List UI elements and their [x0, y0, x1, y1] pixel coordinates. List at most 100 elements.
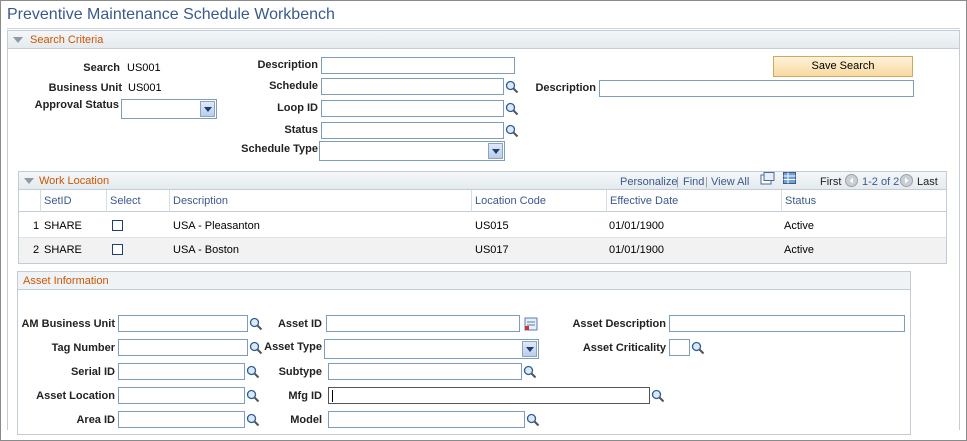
tag-number-label: Tag Number [51, 342, 115, 354]
asset-criticality-lookup-icon[interactable] [691, 341, 705, 355]
mfg-id-input[interactable] [328, 387, 650, 404]
column-header-description[interactable]: Description [169, 190, 228, 212]
next-arrow-icon[interactable] [900, 174, 913, 187]
title-divider [7, 28, 960, 29]
collapse-triangle-icon[interactable] [24, 178, 34, 184]
work-location-title: Work Location [39, 175, 110, 187]
asset-criticality-input[interactable] [669, 339, 690, 356]
asset-information-title: Asset Information [23, 275, 109, 287]
last-label[interactable]: Last [917, 176, 938, 188]
approval-status-select[interactable] [121, 99, 217, 119]
asset-criticality-label: Asset Criticality [582, 342, 666, 354]
location-code-cell: US017 [475, 244, 509, 256]
select-checkbox[interactable] [112, 244, 123, 255]
table-row: 1 SHARE USA - Pleasanton US015 01/01/190… [19, 213, 946, 238]
description-label: Description [257, 59, 318, 71]
column-header-effective-date[interactable]: Effective Date [606, 190, 678, 212]
row-number: 2 [33, 244, 40, 256]
chevron-down-icon[interactable] [200, 101, 215, 117]
status-label: Status [284, 124, 318, 136]
search-criteria-header[interactable]: Search Criteria [8, 31, 959, 49]
asset-location-label: Asset Location [36, 390, 115, 402]
serial-id-input[interactable] [118, 363, 245, 380]
area-id-input[interactable] [118, 411, 245, 428]
asset-description-label: Asset Description [572, 318, 666, 330]
first-label[interactable]: First [820, 176, 841, 188]
grid-header-row: SetID Select Description Location Code E… [19, 190, 946, 212]
am-business-unit-input[interactable] [118, 315, 248, 332]
chevron-down-icon[interactable] [488, 143, 503, 159]
loop-id-label: Loop ID [277, 102, 318, 114]
view-all-link[interactable]: View All [711, 176, 749, 188]
toolbar-separator: | [676, 176, 679, 188]
schedule-label: Schedule [269, 80, 318, 92]
schedule-input[interactable] [321, 78, 504, 95]
collapse-triangle-icon[interactable] [13, 37, 23, 43]
find-link[interactable]: Find [683, 176, 704, 188]
work-location-header: Work Location [19, 172, 946, 190]
loop-id-lookup-icon[interactable] [505, 102, 519, 116]
personalize-link[interactable]: Personalize [620, 176, 677, 188]
subtype-input[interactable] [328, 363, 522, 380]
schedule-lookup-icon[interactable] [505, 80, 519, 94]
asset-type-select[interactable] [324, 339, 539, 359]
setid-cell: SHARE [44, 244, 82, 256]
search-criteria-title: Search Criteria [30, 34, 104, 46]
table-row: 2 SHARE USA - Boston US017 01/01/1900 Ac… [19, 238, 946, 263]
schedule-description-input[interactable] [599, 80, 914, 97]
save-search-button[interactable]: Save Search [773, 56, 913, 77]
description-input[interactable] [321, 57, 515, 74]
column-header-select[interactable]: Select [106, 190, 141, 212]
business-unit-label: Business Unit [48, 82, 122, 94]
tag-number-input[interactable] [118, 339, 248, 356]
description-cell: USA - Boston [173, 244, 240, 256]
status-input[interactable] [321, 122, 504, 139]
model-label: Model [290, 414, 322, 426]
column-header-location-code[interactable]: Location Code [471, 190, 546, 212]
pagination-range: 1-2 of 2 [862, 176, 900, 188]
effective-date-cell: 01/01/1900 [609, 244, 665, 256]
chevron-down-icon[interactable] [522, 341, 537, 357]
search-value: US001 [127, 62, 161, 74]
column-header-status[interactable]: Status [781, 190, 816, 212]
mfg-id-label: Mfg ID [288, 390, 322, 402]
work-location-grid: Work Location Personalize | Find | View … [18, 171, 947, 264]
new-window-icon[interactable] [760, 172, 775, 185]
am-business-unit-label: AM Business Unit [21, 318, 115, 330]
asset-id-label: Asset ID [277, 318, 322, 330]
model-lookup-icon[interactable] [526, 413, 540, 427]
spreadsheet-download-icon[interactable] [783, 172, 796, 184]
row-number: 1 [33, 220, 40, 232]
serial-id-label: Serial ID [70, 366, 115, 378]
search-label: Search [83, 62, 120, 74]
previous-arrow-icon[interactable] [845, 174, 858, 187]
schedule-type-label: Schedule Type [241, 143, 318, 155]
effective-date-cell: 01/01/1900 [609, 220, 665, 232]
description-cell: USA - Pleasanton [173, 220, 260, 232]
subtype-label: Subtype [278, 366, 322, 378]
asset-location-input[interactable] [118, 387, 245, 404]
status-cell: Active [784, 220, 814, 232]
asset-type-label: Asset Type [264, 341, 322, 353]
location-code-cell: US015 [475, 220, 509, 232]
schedule-type-select[interactable] [319, 141, 505, 161]
toolbar-separator: | [705, 176, 708, 188]
loop-id-input[interactable] [321, 100, 504, 117]
select-checkbox[interactable] [112, 220, 123, 231]
asset-description-input[interactable] [669, 315, 905, 332]
setid-cell: SHARE [44, 220, 82, 232]
approval-status-label: Approval Status [34, 99, 119, 111]
asset-information-header: Asset Information [18, 272, 910, 290]
subtype-lookup-icon[interactable] [523, 365, 537, 379]
asset-id-input[interactable] [326, 315, 520, 332]
status-lookup-icon[interactable] [505, 124, 519, 138]
text-caret [332, 390, 333, 402]
asset-id-prompt-icon[interactable] [524, 317, 538, 331]
model-input[interactable] [328, 411, 525, 428]
business-unit-value: US001 [128, 82, 162, 94]
schedule-description-label: Description [535, 82, 596, 94]
mfg-id-lookup-icon[interactable] [651, 389, 665, 403]
column-header-setid[interactable]: SetID [40, 190, 72, 212]
status-cell: Active [784, 244, 814, 256]
area-id-label: Area ID [76, 414, 115, 426]
